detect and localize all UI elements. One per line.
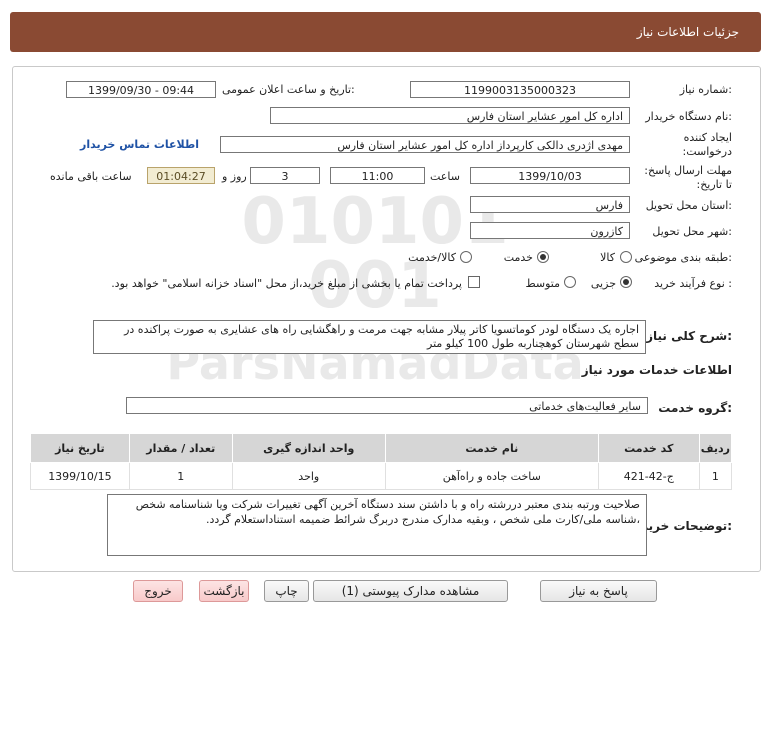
services-table: ردیف کد خدمت نام خدمت واحد اندازه گیری ت…: [30, 433, 733, 490]
description-label: شرح کلی نیاز:: [646, 329, 732, 343]
col-date: تاریخ نیاز: [30, 433, 130, 463]
exit-button[interactable]: خروج: [133, 580, 183, 602]
cell-code: ج-42-421: [597, 462, 700, 490]
purchase-radio-medium[interactable]: [564, 276, 576, 288]
cell-unit: واحد: [231, 462, 386, 490]
col-code: کد خدمت: [597, 433, 700, 463]
announce-date-label: تاریخ و ساعت اعلان عمومی:: [222, 83, 355, 96]
deadline-date-field: 1399/10/03: [470, 167, 630, 184]
cell-date: 1399/10/15: [30, 462, 130, 490]
category-label: طبقه بندی موضوعی:: [634, 251, 732, 264]
treasury-payment-checkbox[interactable]: [468, 276, 480, 288]
deadline-time-label: ساعت: [430, 170, 460, 183]
creator-field: مهدی اژدری دالکی کارپرداز اداره کل امور …: [220, 136, 630, 153]
table-header-row: ردیف کد خدمت نام خدمت واحد اندازه گیری ت…: [30, 433, 733, 463]
back-button[interactable]: بازگشت: [199, 580, 249, 602]
table-row: 1 ج-42-421 ساخت جاده و راه‌آهن واحد 1 13…: [30, 462, 733, 490]
days-label: روز و: [222, 170, 247, 183]
category-radio-goods[interactable]: [620, 251, 632, 263]
page-title: جزئیات اطلاعات نیاز: [636, 25, 739, 39]
announce-date-field: 1399/09/30 - 09:44: [66, 81, 216, 98]
creator-label: ایجاد کننده درخواست:: [682, 131, 732, 158]
purchase-type-label: نوع فرآیند خرید :: [654, 277, 732, 290]
province-field: فارس: [470, 196, 630, 213]
col-name: نام خدمت: [384, 433, 599, 463]
description-text: اجاره یک دستگاه لودر کوماتسویا کاتر پیلا…: [93, 320, 646, 354]
need-number-field: 1199003135000323: [410, 81, 630, 98]
page-header: جزئیات اطلاعات نیاز: [10, 12, 761, 52]
attachments-button[interactable]: مشاهده مدارک پیوستی (1): [313, 580, 508, 602]
reply-button[interactable]: پاسخ به نیاز: [540, 580, 657, 602]
category-option-goods-service: کالا/خدمت: [408, 251, 456, 264]
remaining-time-field: 01:04:27: [147, 167, 215, 184]
cell-row: 1: [698, 462, 733, 490]
purchase-option-medium: متوسط: [525, 277, 560, 290]
buyer-notes-text: صلاحیت ورتبه بندی معتبر دررشته راه و با …: [107, 494, 647, 556]
category-option-service: خدمت: [503, 251, 533, 264]
need-number-label: شماره نیاز:: [679, 83, 732, 96]
buyer-label: نام دستگاه خریدار:: [645, 110, 732, 123]
province-label: استان محل تحویل:: [645, 199, 732, 212]
cell-name: ساخت جاده و راه‌آهن: [384, 462, 599, 490]
deadline-label: مهلت ارسال پاسخ: تا تاریخ:: [644, 164, 732, 191]
purchase-radio-minor[interactable]: [620, 276, 632, 288]
category-radio-goods-service[interactable]: [460, 251, 472, 263]
print-button[interactable]: چاپ: [264, 580, 309, 602]
city-label: شهر محل تحویل:: [652, 225, 732, 238]
treasury-payment-text: پرداخت تمام یا بخشی از مبلغ خرید،از محل …: [111, 277, 462, 290]
service-group-field: سایر فعالیت‌های خدماتی: [126, 397, 648, 414]
category-option-goods: کالا: [600, 251, 615, 264]
deadline-time-field: 11:00: [330, 167, 425, 184]
days-field: 3: [250, 167, 320, 184]
cell-qty: 1: [128, 462, 233, 490]
col-row: ردیف: [698, 433, 733, 463]
col-unit: واحد اندازه گیری: [231, 433, 386, 463]
services-section-title: اطلاعات خدمات مورد نیاز: [581, 363, 732, 377]
col-qty: تعداد / مقدار: [128, 433, 233, 463]
category-radio-service[interactable]: [537, 251, 549, 263]
purchase-option-minor: جزیی: [590, 277, 616, 290]
city-field: کازرون: [470, 222, 630, 239]
service-group-label: گروه خدمت:: [658, 401, 732, 415]
remaining-time-label: ساعت باقی مانده: [50, 170, 132, 183]
buyer-field: اداره کل امور عشایر استان فارس: [270, 107, 630, 124]
buyer-contact-link[interactable]: اطلاعات تماس خریدار: [80, 138, 199, 151]
